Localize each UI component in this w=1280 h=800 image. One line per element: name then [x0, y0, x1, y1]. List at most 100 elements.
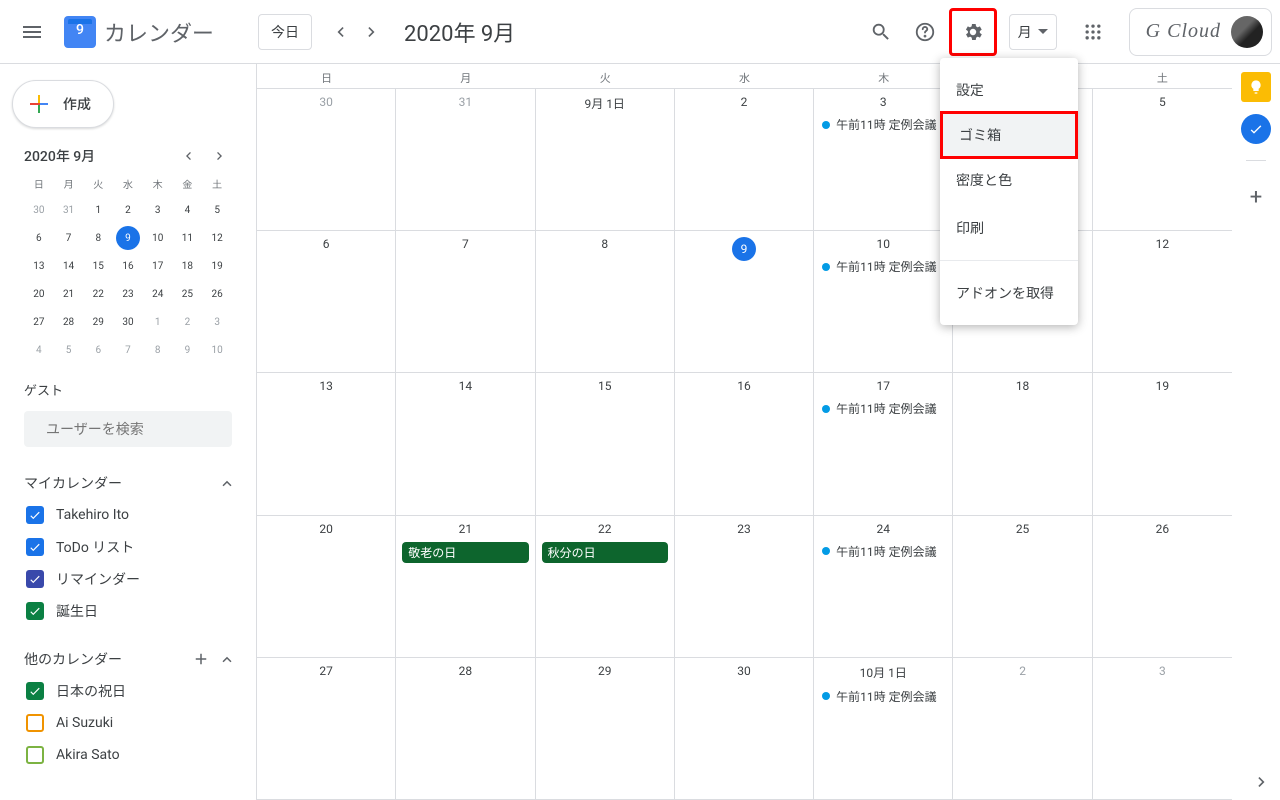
mini-day[interactable]: 16: [116, 254, 140, 278]
mini-day[interactable]: 3: [205, 310, 229, 334]
day-cell[interactable]: 23: [675, 516, 814, 657]
settings-menu-item[interactable]: ゴミ箱: [940, 111, 1078, 159]
day-cell[interactable]: 12: [1093, 231, 1232, 372]
mini-day[interactable]: 12: [205, 226, 229, 250]
day-cell[interactable]: 2: [953, 658, 1092, 799]
day-cell[interactable]: 10月 1日午前11時 定例会議: [814, 658, 953, 799]
day-cell[interactable]: 10午前11時 定例会議: [814, 231, 953, 372]
day-cell[interactable]: 22秋分の日: [536, 516, 675, 657]
keep-button[interactable]: [1241, 72, 1271, 102]
mini-day[interactable]: 22: [86, 282, 110, 306]
calendar-item[interactable]: Takehiro Ito: [24, 499, 236, 531]
side-panel-collapse-button[interactable]: [1252, 772, 1272, 792]
mini-day[interactable]: 18: [175, 254, 199, 278]
mini-day[interactable]: 7: [116, 338, 140, 362]
mini-day[interactable]: 8: [146, 338, 170, 362]
settings-menu-item[interactable]: 密度と色: [940, 156, 1078, 204]
mini-day[interactable]: 19: [205, 254, 229, 278]
google-apps-button[interactable]: [1073, 12, 1113, 52]
calendar-checkbox[interactable]: [26, 602, 44, 620]
calendar-item[interactable]: 日本の祝日: [24, 675, 236, 707]
day-cell[interactable]: 8: [536, 231, 675, 372]
calendar-checkbox[interactable]: [26, 570, 44, 588]
mini-prev-button[interactable]: [176, 144, 200, 168]
mini-day[interactable]: 28: [57, 310, 81, 334]
mini-day[interactable]: 21: [57, 282, 81, 306]
mini-day[interactable]: 30: [116, 310, 140, 334]
other-calendars-toggle[interactable]: 他のカレンダー: [24, 643, 236, 675]
event-item[interactable]: 午前11時 定例会議: [818, 687, 948, 706]
mini-day[interactable]: 26: [205, 282, 229, 306]
day-cell[interactable]: 26: [1093, 516, 1232, 657]
mini-day[interactable]: 5: [57, 338, 81, 362]
day-cell[interactable]: 2: [675, 89, 814, 230]
day-cell[interactable]: 9: [675, 231, 814, 372]
day-cell[interactable]: 30: [675, 658, 814, 799]
calendar-item[interactable]: リマインダー: [24, 563, 236, 595]
day-cell[interactable]: 25: [953, 516, 1092, 657]
day-cell[interactable]: 3: [1093, 658, 1232, 799]
mini-day[interactable]: 2: [175, 310, 199, 334]
calendar-item[interactable]: ToDo リスト: [24, 531, 236, 563]
guest-search-input[interactable]: [46, 421, 227, 437]
mini-day[interactable]: 20: [27, 282, 51, 306]
mini-day[interactable]: 23: [116, 282, 140, 306]
mini-day[interactable]: 17: [146, 254, 170, 278]
day-cell[interactable]: 17午前11時 定例会議: [814, 373, 953, 514]
day-cell[interactable]: 6: [257, 231, 396, 372]
mini-day[interactable]: 9: [175, 338, 199, 362]
settings-button[interactable]: [949, 8, 997, 56]
day-cell[interactable]: 3午前11時 定例会議: [814, 89, 953, 230]
today-button[interactable]: 今日: [258, 14, 312, 50]
day-cell[interactable]: 20: [257, 516, 396, 657]
help-button[interactable]: [905, 12, 945, 52]
event-item[interactable]: 午前11時 定例会議: [818, 115, 948, 134]
calendar-item[interactable]: Ai Suzuki: [24, 707, 236, 739]
day-cell[interactable]: 7: [396, 231, 535, 372]
day-cell[interactable]: 21敬老の日: [396, 516, 535, 657]
tasks-button[interactable]: [1241, 114, 1271, 144]
search-button[interactable]: [861, 12, 901, 52]
mini-day[interactable]: 10: [205, 338, 229, 362]
day-cell[interactable]: 28: [396, 658, 535, 799]
calendar-checkbox[interactable]: [26, 506, 44, 524]
account-button[interactable]: G Cloud: [1129, 8, 1272, 56]
settings-menu-item[interactable]: アドオンを取得: [940, 269, 1078, 317]
day-cell[interactable]: 30: [257, 89, 396, 230]
mini-day[interactable]: 27: [27, 310, 51, 334]
mini-day[interactable]: 11: [175, 226, 199, 250]
mini-day[interactable]: 24: [146, 282, 170, 306]
mini-day[interactable]: 6: [27, 226, 51, 250]
mini-day[interactable]: 9: [116, 226, 140, 250]
mini-day[interactable]: 1: [86, 198, 110, 222]
day-cell[interactable]: 18: [953, 373, 1092, 514]
day-cell[interactable]: 29: [536, 658, 675, 799]
event-item[interactable]: 午前11時 定例会議: [818, 399, 948, 418]
mini-day[interactable]: 1: [146, 310, 170, 334]
mini-day[interactable]: 2: [116, 198, 140, 222]
day-cell[interactable]: 15: [536, 373, 675, 514]
mini-day[interactable]: 6: [86, 338, 110, 362]
guest-search[interactable]: [24, 411, 232, 447]
view-selector[interactable]: 月: [1009, 14, 1057, 50]
day-cell[interactable]: 14: [396, 373, 535, 514]
logo[interactable]: 9 カレンダー: [56, 12, 218, 52]
calendar-checkbox[interactable]: [26, 682, 44, 700]
mini-day[interactable]: 14: [57, 254, 81, 278]
mini-day[interactable]: 8: [86, 226, 110, 250]
prev-period-button[interactable]: [324, 16, 356, 48]
mini-day[interactable]: 4: [175, 198, 199, 222]
addon-plus-button[interactable]: +: [1250, 185, 1262, 210]
mini-next-button[interactable]: [208, 144, 232, 168]
calendar-checkbox[interactable]: [26, 746, 44, 764]
mini-day[interactable]: 4: [27, 338, 51, 362]
day-cell[interactable]: 31: [396, 89, 535, 230]
my-calendars-toggle[interactable]: マイカレンダー: [24, 467, 236, 499]
event-item[interactable]: 午前11時 定例会議: [818, 257, 948, 276]
mini-day[interactable]: 29: [86, 310, 110, 334]
mini-day[interactable]: 3: [146, 198, 170, 222]
mini-day[interactable]: 30: [27, 198, 51, 222]
calendar-item[interactable]: 誕生日: [24, 595, 236, 627]
settings-menu-item[interactable]: 印刷: [940, 204, 1078, 252]
mini-day[interactable]: 7: [57, 226, 81, 250]
